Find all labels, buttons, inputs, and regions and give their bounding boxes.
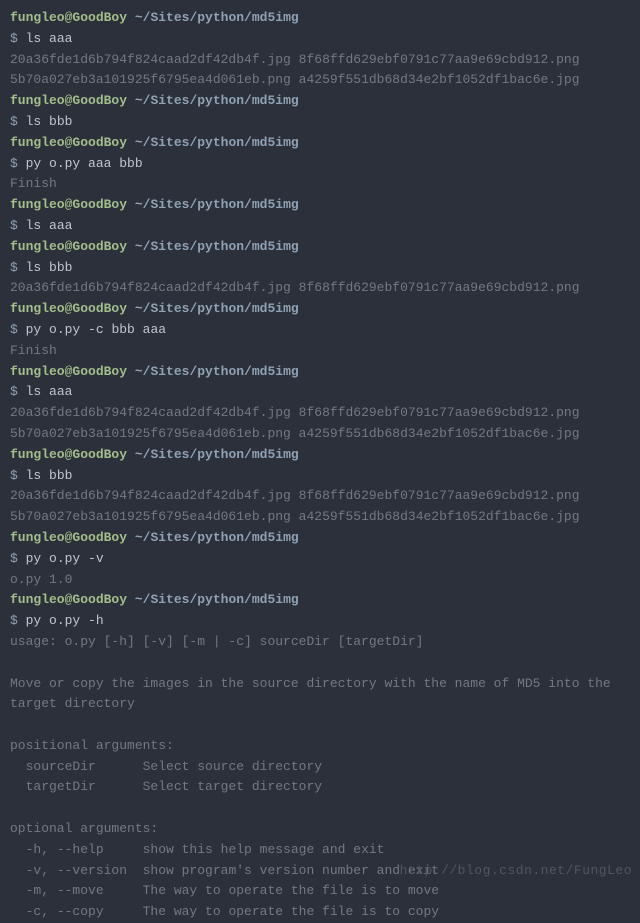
- help-desc: Move or copy the images in the source di…: [10, 674, 630, 695]
- help-pos-header: positional arguments:: [10, 736, 630, 757]
- command-line: $ ls bbb: [10, 466, 630, 487]
- output-line: 20a36fde1d6b794f824caad2df42db4f.jpg 8f6…: [10, 403, 630, 424]
- command-line: $ py o.py -v: [10, 549, 630, 570]
- help-pos-source: sourceDir Select source directory: [10, 757, 630, 778]
- help-opt-h: -h, --help show this help message and ex…: [10, 840, 630, 861]
- prompt-line: fungleo@GoodBoy ~/Sites/python/md5img: [10, 195, 630, 216]
- help-opt-c: -c, --copy The way to operate the file i…: [10, 902, 630, 923]
- output-line: 5b70a027eb3a101925f6795ea4d061eb.png a42…: [10, 424, 630, 445]
- help-blank: [10, 798, 630, 819]
- help-blank: [10, 653, 630, 674]
- cmd-ls-bbb: ls bbb: [26, 260, 73, 275]
- prompt-line: fungleo@GoodBoy ~/Sites/python/md5img: [10, 8, 630, 29]
- terminal-output[interactable]: fungleo@GoodBoy ~/Sites/python/md5img $ …: [10, 8, 630, 923]
- prompt-line: fungleo@GoodBoy ~/Sites/python/md5img: [10, 590, 630, 611]
- cmd-ls-aaa: ls aaa: [26, 384, 73, 399]
- cmd-py-version: py o.py -v: [26, 551, 104, 566]
- output-line: 5b70a027eb3a101925f6795ea4d061eb.png a42…: [10, 70, 630, 91]
- command-line: $ py o.py aaa bbb: [10, 154, 630, 175]
- prompt-line: fungleo@GoodBoy ~/Sites/python/md5img: [10, 445, 630, 466]
- cmd-ls-aaa: ls aaa: [26, 218, 73, 233]
- watermark: http://blog.csdn.net/FungLeo: [400, 861, 632, 882]
- output-line: 20a36fde1d6b794f824caad2df42db4f.jpg 8f6…: [10, 50, 630, 71]
- output-finish: Finish: [10, 341, 630, 362]
- cmd-ls-bbb: ls bbb: [26, 468, 73, 483]
- output-finish: Finish: [10, 174, 630, 195]
- help-opt-m: -m, --move The way to operate the file i…: [10, 881, 630, 902]
- command-line: $ ls bbb: [10, 112, 630, 133]
- prompt-line: fungleo@GoodBoy ~/Sites/python/md5img: [10, 91, 630, 112]
- prompt-line: fungleo@GoodBoy ~/Sites/python/md5img: [10, 528, 630, 549]
- command-line: $ ls aaa: [10, 382, 630, 403]
- output-line: 5b70a027eb3a101925f6795ea4d061eb.png a42…: [10, 507, 630, 528]
- output-line: 20a36fde1d6b794f824caad2df42db4f.jpg 8f6…: [10, 486, 630, 507]
- help-opt-header: optional arguments:: [10, 819, 630, 840]
- cmd-py-help: py o.py -h: [26, 613, 104, 628]
- help-desc: target directory: [10, 694, 630, 715]
- prompt-line: fungleo@GoodBoy ~/Sites/python/md5img: [10, 237, 630, 258]
- output-version: o.py 1.0: [10, 570, 630, 591]
- command-line: $ ls bbb: [10, 258, 630, 279]
- path: ~/Sites/python/md5img: [135, 10, 299, 25]
- help-usage: usage: o.py [-h] [-v] [-m | -c] sourceDi…: [10, 632, 630, 653]
- command-line: $ py o.py -h: [10, 611, 630, 632]
- output-line: 20a36fde1d6b794f824caad2df42db4f.jpg 8f6…: [10, 278, 630, 299]
- command-line: $ ls aaa: [10, 29, 630, 50]
- help-blank: [10, 715, 630, 736]
- cmd-py-copy: py o.py -c bbb aaa: [26, 322, 166, 337]
- prompt-line: fungleo@GoodBoy ~/Sites/python/md5img: [10, 362, 630, 383]
- prompt-symbol: $: [10, 31, 18, 46]
- cmd-ls-bbb: ls bbb: [26, 114, 73, 129]
- command-line: $ ls aaa: [10, 216, 630, 237]
- help-pos-target: targetDir Select target directory: [10, 777, 630, 798]
- cmd-py-run: py o.py aaa bbb: [26, 156, 143, 171]
- cmd-ls-aaa: ls aaa: [26, 31, 73, 46]
- command-line: $ py o.py -c bbb aaa: [10, 320, 630, 341]
- prompt-line: fungleo@GoodBoy ~/Sites/python/md5img: [10, 299, 630, 320]
- user: fungleo@GoodBoy: [10, 10, 127, 25]
- prompt-line: fungleo@GoodBoy ~/Sites/python/md5img: [10, 133, 630, 154]
